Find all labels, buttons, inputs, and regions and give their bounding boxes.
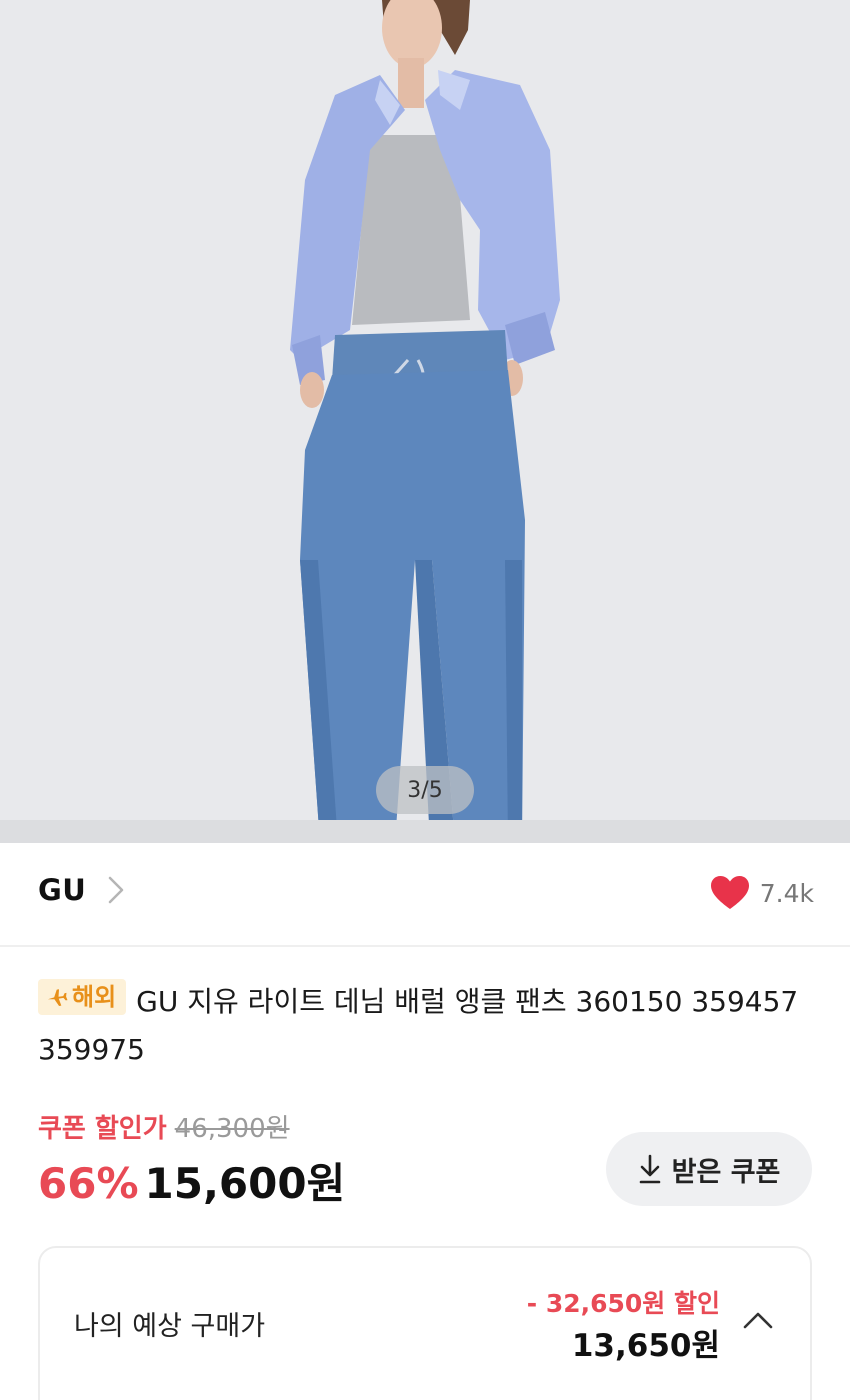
expected-price: 13,650원: [571, 1328, 720, 1364]
plane-icon: [47, 989, 68, 1006]
sale-price: 15,600원: [144, 1159, 346, 1208]
like-count: 7.4k: [759, 878, 814, 908]
overseas-badge-label: 해외: [72, 983, 117, 1011]
coupon-price-row: 쿠폰 할인가 46,300원: [38, 1108, 290, 1145]
received-coupon-label: 받은 쿠폰: [671, 1156, 781, 1188]
received-coupon-button[interactable]: 받은 쿠폰: [606, 1132, 812, 1206]
product-title-block: 해외 GU 지유 라이트 데님 배럴 앵클 팬츠 360150 359457 3…: [38, 978, 818, 1074]
overseas-badge: 해외: [38, 979, 127, 1015]
brand-name: GU: [38, 873, 87, 907]
heart-icon: [710, 876, 749, 909]
expected-price-card[interactable]: 나의 예상 구매가 - 32,650원 할인 13,650원: [38, 1246, 812, 1400]
discount-rate: 66%: [38, 1159, 139, 1208]
original-price: 46,300원: [174, 1114, 290, 1144]
download-icon: [639, 1154, 660, 1184]
brand-link[interactable]: GU: [38, 873, 124, 907]
chevron-right-icon: [109, 876, 124, 904]
brand-row: GU 7.4k: [0, 843, 850, 947]
expected-discount: - 32,650원 할인: [526, 1289, 720, 1318]
chevron-up-icon[interactable]: [742, 1310, 774, 1330]
product-photo: [0, 0, 850, 843]
product-image-gallery[interactable]: 3/5: [0, 0, 850, 843]
page-indicator: 3/5: [376, 766, 474, 814]
expected-price-label: 나의 예상 구매가: [74, 1311, 266, 1342]
like-button[interactable]: 7.4k: [710, 875, 814, 911]
product-title: GU 지유 라이트 데님 배럴 앵클 팬츠 360150 359457 3599…: [38, 985, 799, 1066]
sale-price-row: 66% 15,600원: [38, 1150, 345, 1211]
coupon-price-label: 쿠폰 할인가: [38, 1114, 167, 1144]
